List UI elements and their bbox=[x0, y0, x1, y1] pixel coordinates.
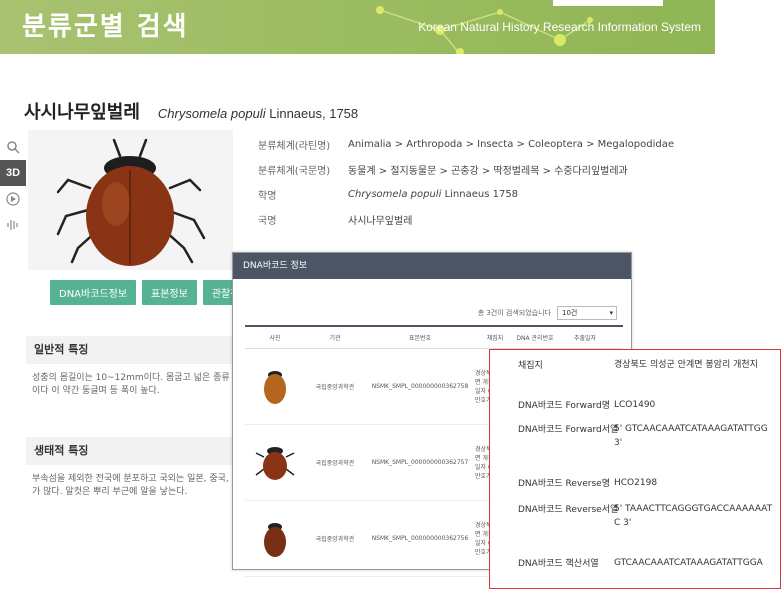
species-photo bbox=[28, 130, 233, 270]
dna-detail-popup: 채집지 경상북도 의성군 안계면 봉암리 개천지 DNA바코드 Forward명… bbox=[489, 349, 781, 589]
species-heading: 사시나무잎벌레 Chrysomela populi Linnaeus, 1758 bbox=[24, 98, 358, 124]
result-count: 총 3건이 검색되었습니다 bbox=[477, 309, 551, 317]
sound-icon[interactable] bbox=[0, 212, 26, 238]
specimen-thumbnail bbox=[255, 446, 295, 480]
general-characteristics-section: 일반적 특징 성충의 몸길이는 10~12mm이다. 몸굽고 넓은 종류이다 이… bbox=[26, 336, 236, 406]
taxonomy-row: 분류체계(라틴명) Animalia > Arthropoda > Insect… bbox=[258, 139, 674, 152]
specimen-info-button[interactable]: 표본정보 bbox=[142, 280, 197, 305]
page-title: 분류군별 검색 bbox=[22, 12, 189, 42]
taxonomy-info: 분류체계(라틴명) Animalia > Arthropoda > Insect… bbox=[258, 132, 674, 232]
taxonomy-row: 분류체계(국문명) 동물계 > 절지동물문 > 곤충강 > 딱정벌레목 > 수중… bbox=[258, 166, 628, 177]
section-body: 부속섬을 제외한 전국에 분포하고 국외는 일본, 중국, 가 많다. 알컷은 … bbox=[32, 474, 229, 497]
species-scientific-name: Chrysomela populi Linnaeus, 1758 bbox=[157, 106, 359, 121]
play-icon[interactable] bbox=[0, 186, 26, 212]
taxonomy-row: 학명 Chrysomela populi Linnaeus 1758 bbox=[258, 189, 519, 202]
header-banner: 분류군별 검색 Korean Natural History Research … bbox=[0, 0, 715, 54]
section-title: 일반적 특징 bbox=[26, 336, 236, 364]
media-icon-bar: 3D bbox=[0, 134, 26, 238]
specimen-thumbnail bbox=[264, 370, 286, 404]
section-title: 생태적 특징 bbox=[26, 437, 236, 465]
section-body: 성충의 몸길이는 10~12mm이다. 몸굽고 넓은 종류이다 이 약간 둥글며… bbox=[32, 373, 230, 396]
species-korean-name: 사시나무잎벌레 bbox=[24, 102, 140, 123]
per-page-select[interactable]: 10건 bbox=[557, 306, 617, 320]
dna-window-title: DNA바코드 정보 bbox=[233, 253, 631, 279]
system-name: Korean Natural History Research Informat… bbox=[418, 20, 701, 34]
header-search-strip[interactable] bbox=[553, 0, 663, 6]
result-count-bar: 총 3건이 검색되었습니다 10건 bbox=[478, 306, 617, 320]
specimen-thumbnail bbox=[264, 522, 286, 557]
search-icon[interactable] bbox=[0, 134, 26, 160]
info-buttons: DNA바코드정보 표본정보 관찰정보 bbox=[50, 280, 258, 305]
dna-barcode-button[interactable]: DNA바코드정보 bbox=[50, 280, 137, 305]
taxonomy-row: 국명 사시나무잎벌레 bbox=[258, 216, 413, 227]
ecological-characteristics-section: 생태적 특징 부속섬을 제외한 전국에 분포하고 국외는 일본, 중국, 가 많… bbox=[26, 437, 236, 507]
beetle-image bbox=[56, 138, 206, 266]
3d-icon[interactable]: 3D bbox=[0, 160, 26, 186]
table-header: 사진 기관 표본번호 채집지 DNA 관리번호 추출일자 bbox=[245, 325, 623, 349]
